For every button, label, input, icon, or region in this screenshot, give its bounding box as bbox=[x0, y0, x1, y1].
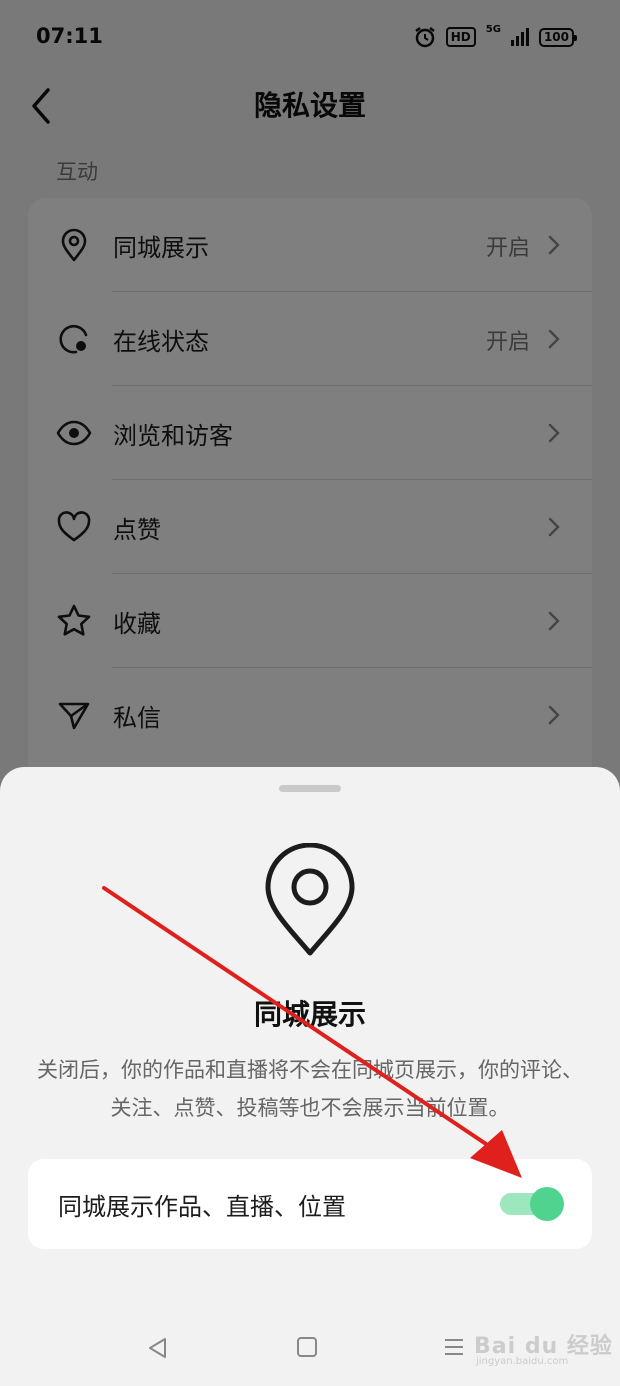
watermark-url: jingyan.baidu.com bbox=[476, 1356, 569, 1367]
sheet-title: 同城展示 bbox=[253, 998, 366, 1031]
bottom-sheet: 同城展示 关闭后，你的作品和直播将不会在同城页展示，你的评论、关注、点赞、投稿等… bbox=[0, 767, 620, 1386]
switch-knob bbox=[530, 1187, 564, 1221]
toggle-label: 同城展示作品、直播、位置 bbox=[58, 1193, 346, 1221]
nav-menu-icon[interactable] bbox=[443, 1336, 465, 1358]
nav-back-icon[interactable] bbox=[146, 1336, 170, 1360]
location-pin-icon bbox=[265, 843, 355, 956]
system-nav-bar: Bai du 经验 jingyan.baidu.com bbox=[0, 1306, 620, 1386]
sheet-description: 关闭后，你的作品和直播将不会在同城页展示，你的评论、关注、点赞、投稿等也不会展示… bbox=[37, 1058, 583, 1120]
nearby-toggle-switch[interactable] bbox=[500, 1185, 566, 1221]
drag-handle[interactable] bbox=[279, 785, 341, 792]
nav-home-icon[interactable] bbox=[296, 1336, 318, 1358]
toggle-card: 同城展示作品、直播、位置 bbox=[28, 1159, 592, 1249]
privacy-settings-screen: 07:11 HD 5G 100 隐私设置 互动 同城展示 开启 bbox=[0, 0, 620, 1386]
